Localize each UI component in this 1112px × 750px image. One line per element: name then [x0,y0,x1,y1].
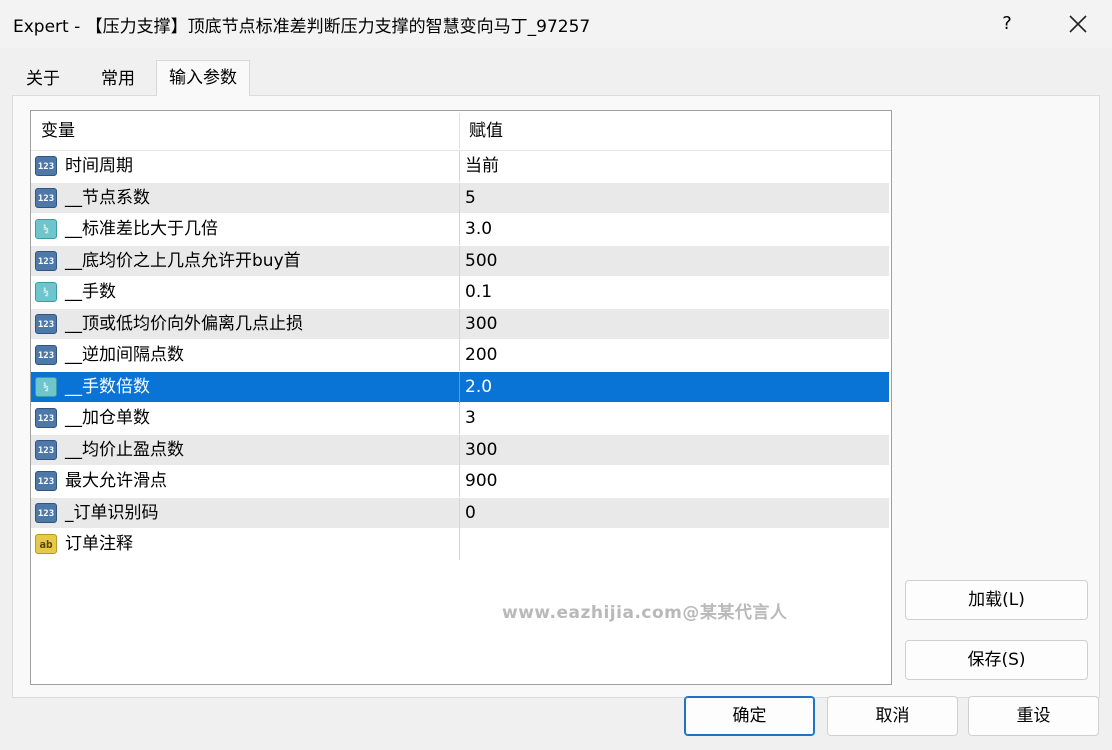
table-row[interactable]: 123 时间周期 当前 [31,151,889,182]
variable-name: __均价止盈点数 [65,439,184,460]
reset-button[interactable]: 重设 [968,696,1099,736]
help-button[interactable]: ? [985,6,1029,42]
cell-divider [459,245,460,277]
integer-type-icon: 123 [35,502,57,523]
variable-name: __顶或低均价向外偏离几点止损 [65,313,303,334]
table-row[interactable]: 123 _订单识别码 0 [31,497,889,529]
cell-divider [459,434,460,466]
cell-divider [459,371,460,403]
grid-header: 变量 赋值 [31,111,891,151]
table-row[interactable]: ½ __手数 0.1 [31,277,889,308]
integer-type-icon: 123 [35,250,57,271]
variable-cell[interactable]: 123 __加仓单数 [33,403,458,434]
column-header-value[interactable]: 赋值 [469,111,503,151]
variable-name: __手数 [65,282,116,302]
save-button[interactable]: 保存(S) [905,640,1088,680]
variable-cell[interactable]: 123 __顶或低均价向外偏离几点止损 [33,309,458,340]
variable-name: 订单注释 [65,534,133,554]
table-row[interactable]: 123 最大允许滑点 900 [31,466,889,497]
integer-type-icon: 123 [35,313,57,334]
value-cell[interactable]: 3.0 [465,214,492,245]
value-cell[interactable]: 0 [465,498,476,529]
value-cell[interactable]: 0.1 [465,277,492,308]
integer-type-icon: 123 [35,439,57,460]
table-row[interactable]: ½ __手数倍数 2.0 [31,371,889,403]
variable-name: __逆加间隔点数 [65,345,184,365]
value-cell[interactable]: 500 [465,246,497,277]
variable-name: _订单识别码 [65,502,159,523]
watermark: www.eazhijia.com@某某代言人 [502,603,788,623]
cancel-button[interactable]: 取消 [827,696,958,736]
tab-common[interactable]: 常用 [82,62,154,96]
variable-name: __加仓单数 [65,408,150,428]
double-type-icon: ½ [35,219,57,239]
cell-divider [459,308,460,340]
variable-name: 最大允许滑点 [65,471,167,491]
variable-name: __底均价之上几点允许开buy首 [65,250,301,271]
variable-cell[interactable]: ½ __手数 [33,277,458,308]
integer-type-icon: 123 [35,471,57,491]
value-cell[interactable]: 3 [465,403,476,434]
cell-divider [459,277,460,308]
variable-cell[interactable]: 123 最大允许滑点 [33,466,458,497]
title-bar: Expert - 【压力支撑】顶底节点标准差判断压力支撑的智慧变向马丁_9725… [0,0,1112,48]
integer-type-icon: 123 [35,345,57,365]
variable-name: __节点系数 [65,187,150,208]
table-row[interactable]: 123 __逆加间隔点数 200 [31,340,889,371]
cell-divider [459,151,460,182]
tab-input-params[interactable]: 输入参数 [156,60,250,96]
double-type-icon: ½ [35,376,57,397]
table-row[interactable]: 123 __顶或低均价向外偏离几点止损 300 [31,308,889,340]
integer-type-icon: 123 [35,187,57,208]
integer-type-icon: 123 [35,156,57,176]
window-title: Expert - 【压力支撑】顶底节点标准差判断压力支撑的智慧变向马丁_9725… [13,17,591,37]
value-cell[interactable]: 900 [465,466,497,497]
cell-divider [459,497,460,529]
variable-name: __标准差比大于几倍 [65,219,218,239]
ok-button[interactable]: 确定 [684,696,815,736]
variable-cell[interactable]: ab 订单注释 [33,529,458,560]
value-cell[interactable]: 200 [465,340,497,371]
integer-type-icon: 123 [35,408,57,428]
variable-cell[interactable]: 123 __逆加间隔点数 [33,340,458,371]
value-cell[interactable]: 5 [465,183,476,214]
cell-divider [459,403,460,434]
variable-cell[interactable]: 123 _订单识别码 [33,498,458,529]
string-type-icon: ab [35,534,57,554]
cell-divider [459,340,460,371]
value-cell[interactable]: 2.0 [465,372,492,403]
load-button[interactable]: 加载(L) [905,580,1088,620]
table-row[interactable]: 123 __节点系数 5 [31,182,889,214]
column-header-variable[interactable]: 变量 [41,111,75,151]
table-row[interactable]: ½ __标准差比大于几倍 3.0 [31,214,889,245]
cell-divider [459,466,460,497]
close-button[interactable] [1056,6,1100,42]
variable-cell[interactable]: 123 __底均价之上几点允许开buy首 [33,246,458,277]
cell-divider [459,214,460,245]
variable-cell[interactable]: 123 __均价止盈点数 [33,435,458,466]
column-divider[interactable] [459,113,460,149]
close-icon [1069,15,1087,33]
variable-cell[interactable]: 123 时间周期 [33,151,458,182]
value-cell[interactable]: 300 [465,309,497,340]
value-cell[interactable]: 当前 [465,151,499,182]
variable-cell[interactable]: ½ __标准差比大于几倍 [33,214,458,245]
variable-cell[interactable]: ½ __手数倍数 [33,372,458,403]
double-type-icon: ½ [35,282,57,302]
variable-name: 时间周期 [65,156,133,176]
cell-divider [459,529,460,560]
tab-about[interactable]: 关于 [12,62,74,96]
cell-divider [459,182,460,214]
value-cell[interactable]: 300 [465,435,497,466]
table-row[interactable]: 123 __加仓单数 3 [31,403,889,434]
table-row[interactable]: ab 订单注释 [31,529,889,560]
variable-cell[interactable]: 123 __节点系数 [33,183,458,214]
table-row[interactable]: 123 __均价止盈点数 300 [31,434,889,466]
variable-name: __手数倍数 [65,376,150,397]
table-row[interactable]: 123 __底均价之上几点允许开buy首 500 [31,245,889,277]
